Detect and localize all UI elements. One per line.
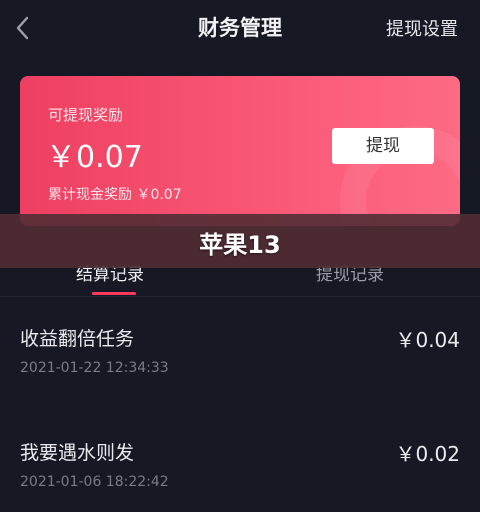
withdrawable-label: 可提现奖励 (48, 106, 124, 124)
record-amount: ￥0.02 (395, 442, 460, 466)
active-tab-indicator (92, 292, 136, 295)
record-amount: ￥0.04 (395, 328, 460, 352)
caption-banner: 苹果13 (0, 214, 480, 268)
list-item[interactable]: 我要遇水则发 2021-01-06 18:22:42 ￥0.02 (0, 432, 480, 512)
withdrawable-amount: ￥0.07 (46, 140, 143, 175)
record-date: 2021-01-22 12:34:33 (20, 360, 169, 376)
caption-text: 苹果13 (199, 231, 281, 259)
record-date: 2021-01-06 18:22:42 (20, 474, 169, 490)
tabs-divider (0, 296, 480, 297)
withdraw-settings-link[interactable]: 提现设置 (386, 15, 458, 41)
reward-card: 可提现奖励 ￥0.07 累计现金奖励 ￥0.07 提现 (20, 76, 460, 226)
cumulative-reward: 累计现金奖励 ￥0.07 (48, 187, 182, 203)
withdraw-button[interactable]: 提现 (332, 128, 434, 164)
list-item[interactable]: 收益翻倍任务 2021-01-22 12:34:33 ￥0.04 (0, 318, 480, 398)
top-bar: 财务管理 提现设置 (0, 0, 480, 56)
record-name: 我要遇水则发 (20, 442, 135, 464)
record-name: 收益翻倍任务 (20, 328, 135, 350)
